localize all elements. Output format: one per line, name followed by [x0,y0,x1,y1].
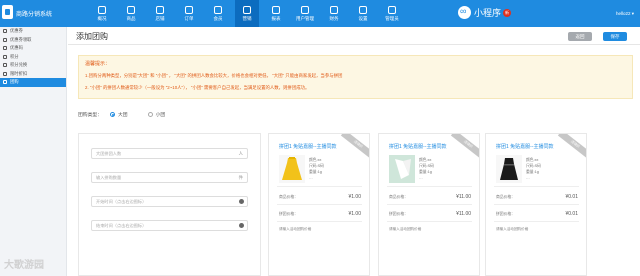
sidebar-item-flash-sale[interactable]: 限时折扣 [0,70,66,79]
divider [494,186,579,187]
divider [387,186,472,187]
mini-program-icon [458,6,471,19]
nav-overview[interactable]: 概况 [90,0,114,27]
sidebar-item-points[interactable]: 积分 [0,53,66,62]
nav-orders[interactable]: 订单 [177,0,201,27]
group-price-row[interactable]: 拼团价格： ¥1.00 [279,211,361,217]
start-time-input[interactable]: 开始时间（点击右边图标） [91,196,248,207]
divider [387,204,472,205]
nav-settings[interactable]: 设置 [351,0,375,27]
product-specs: 颜色:xx 尺码:S码 重量:1g… [309,158,324,180]
marketing-icon [243,5,251,14]
top-bar: 商路分销系统 概况 商品 店铺 订单 会员 营销 报表 用户管理 财务 设置 管… [0,0,640,27]
points-icon [3,54,7,59]
nav-members[interactable]: 会员 [206,0,230,27]
radio-small-group[interactable] [147,112,153,117]
group-icon [3,80,7,85]
nav-reports[interactable]: 报表 [264,0,288,27]
reports-icon [272,5,280,14]
tips-box: 温馨提示： 1.团购分两种类型，分别是"大团" 和 "小团" ， "大团" 的拼… [78,55,633,99]
brand-name: 商路分销系统 [16,12,53,18]
exchange-icon [3,63,7,68]
overview-icon [98,5,106,14]
divider [494,221,579,222]
coupon-icon [3,29,7,34]
price-row: 商品价格： ¥1.00 [279,194,361,200]
mini-program-link[interactable]: 小程序 新 [458,6,512,19]
products-icon [127,5,135,14]
tips-line-2: 2. "小团" 的拼团人数通常较少（一般设为 "2~10人"）， "小团" 需要… [85,85,310,90]
gear-icon [359,5,367,14]
divider [277,221,362,222]
promo-code-icon [3,46,7,51]
group-price-row[interactable]: 拼团价格： ¥0.01 [496,211,578,217]
nav-shops[interactable]: 店铺 [148,0,172,27]
product-card[interactable]: 活动价 拼团1 免贴嘉服--主播同款 颜色:xx 尺码:S码 重量:1g… 商品价格… [485,133,587,276]
radio-big-group[interactable] [110,112,115,117]
return-button[interactable]: 返回 [568,32,592,41]
sidebar-item-coupons[interactable]: 优惠券 [0,27,66,36]
clock-icon [3,71,7,76]
price-notice: 请输入活动团购价格 [389,227,422,231]
price-row: 商品价格： ¥0.01 [496,194,578,200]
calendar-icon[interactable] [239,223,244,228]
divider [277,204,362,205]
app-logo-icon[interactable] [2,5,13,19]
group-type-label: 团购类型： [78,113,102,118]
price-row: 商品价格： ¥11.00 [389,194,471,200]
price-notice: 请输入活动团购价格 [496,227,529,231]
nav-products[interactable]: 商品 [119,0,143,27]
shop-icon [156,5,164,14]
group-price-row[interactable]: 拼团价格： ¥11.00 [389,211,471,217]
product-specs: 颜色:xx 尺码:S码 重量:1g… [419,158,434,180]
product-card[interactable]: 活动价 拼团1 免贴嘉服--主播同款 颜色:xx 尺码:S码 重量:1g… 商品价格… [268,133,370,276]
finance-icon [330,5,338,14]
product-title[interactable]: 拼团1 免贴嘉服--主播同款 [389,143,464,150]
divider [277,186,362,187]
yellow-dress-icon [279,155,305,183]
users-icon [301,5,309,14]
nav-admin[interactable]: 管理员 [380,0,404,27]
end-time-input[interactable]: 结束时间（点击右边图标） [91,220,248,231]
sidebar-item-group-buy[interactable]: 团购 [0,78,66,87]
sidebar: 优惠券 优惠券领取 优惠码 积分 积分兑换 限时折扣 团购 [0,27,67,276]
radio-small-group-label[interactable]: 小团 [156,111,166,118]
group-size-input[interactable]: 大团拼团人数 人 [91,148,248,159]
group-form-panel: 大团拼团人数 人 输入拼购数量 件 开始时间（点击右边图标） 结束时间（点击右边… [78,133,261,276]
tips-title: 温馨提示： [85,61,111,67]
divider [494,204,579,205]
divider [387,221,472,222]
quantity-input[interactable]: 输入拼购数量 件 [91,172,248,183]
nav-user-management[interactable]: 用户管理 [293,0,317,27]
new-badge: 新 [503,8,512,17]
nav-finance[interactable]: 财务 [322,0,346,27]
user-menu[interactable]: hello22 ▾ [616,11,634,17]
radio-big-group-label[interactable]: 大团 [118,111,128,118]
sidebar-item-points-exchange[interactable]: 积分兑换 [0,61,66,70]
product-title[interactable]: 拼团1 免贴嘉服--主播同款 [496,143,571,150]
nav-marketing[interactable]: 营销 [235,0,259,27]
product-card[interactable]: 活动价 拼团1 免贴嘉服--主播同款 颜色:xx 尺码:S码 重量:1g… 商品价格… [378,133,480,276]
page-title: 添加团购 [76,32,108,41]
divider [68,44,640,45]
calendar-icon[interactable] [239,199,244,204]
coupon-claim-icon [3,37,7,42]
group-type-row: 团购类型： 大团 小团 [78,111,165,118]
members-icon [214,5,222,14]
product-title[interactable]: 拼团1 免贴嘉服--主播同款 [279,143,354,150]
main-nav: 概况 商品 店铺 订单 会员 营销 报表 用户管理 财务 设置 管理员 [90,0,409,27]
sidebar-item-coupon-claims[interactable]: 优惠券领取 [0,36,66,45]
watermark: 大歌游园 [4,260,44,271]
white-shirt-icon [389,155,415,183]
black-dress-icon [496,155,522,183]
price-notice: 请输入活动团购价格 [279,227,312,231]
admin-icon [388,5,396,14]
sidebar-item-promo-codes[interactable]: 优惠码 [0,44,66,53]
save-button[interactable]: 保存 [603,32,627,41]
orders-icon [185,5,193,14]
product-specs: 颜色:xx 尺码:S码 重量:1g… [526,158,541,180]
tips-line-1: 1.团购分两种类型，分别是"大团" 和 "小团" ， "大团" 的拼团人数会比较… [85,73,343,78]
main-content: 添加团购 返回 保存 温馨提示： 1.团购分两种类型，分别是"大团" 和 "小团… [68,27,640,276]
